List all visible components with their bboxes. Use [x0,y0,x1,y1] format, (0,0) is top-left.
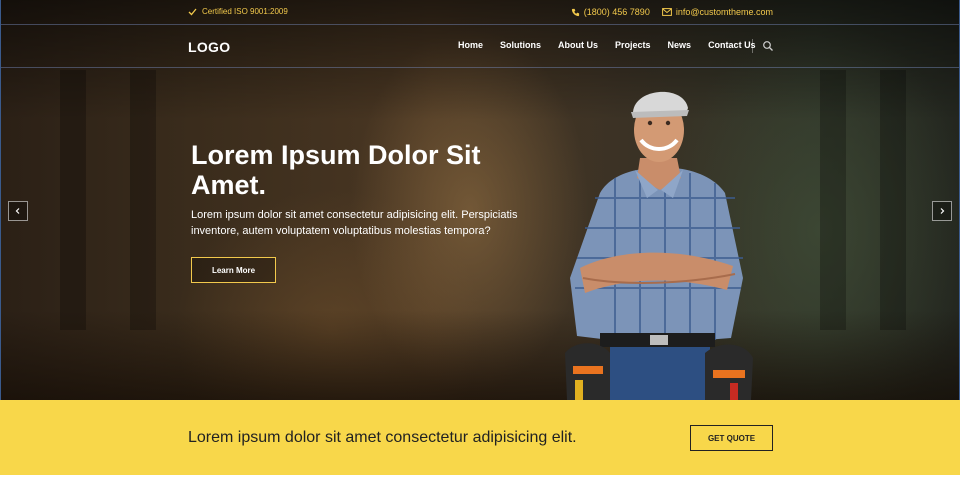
chevron-left-icon [15,208,20,214]
worker-photo [565,91,753,400]
nav-item-projects[interactable]: Projects [615,40,651,50]
contact-info: (1800) 456 7890 info@customtheme.com [571,7,773,17]
nav-item-home[interactable]: Home [458,40,483,50]
email-contact[interactable]: info@customtheme.com [661,7,773,17]
slider-next-button[interactable] [932,201,952,221]
slider-prev-button[interactable] [8,201,28,221]
hero-title: Lorem Ipsum Dolor Sit Amet. [191,140,481,200]
nav-item-news[interactable]: News [668,40,692,50]
phone-icon [571,8,579,16]
check-icon [188,8,197,15]
learn-more-button[interactable]: Learn More [191,257,276,283]
main-menu: Home Solutions About Us Projects News Co… [458,40,773,50]
hero-shade-bottom [0,310,960,400]
site-logo[interactable]: LOGO [188,39,230,55]
phone-number: (1800) 456 7890 [583,7,650,17]
nav-divider [752,39,753,53]
certification-text: Certified ISO 9001:2009 [202,7,288,16]
nav-item-solutions[interactable]: Solutions [500,40,541,50]
get-quote-button[interactable]: GET QUOTE [690,425,773,451]
envelope-icon [661,8,672,16]
nav-item-contact-us[interactable]: Contact Us [708,40,756,50]
email-address: info@customtheme.com [675,7,773,17]
cta-banner: Lorem ipsum dolor sit amet consectetur a… [0,400,960,475]
chevron-right-icon [940,208,945,214]
nav-item-about-us[interactable]: About Us [558,40,598,50]
hero-slider: Certified ISO 9001:2009 (1800) 456 7890 … [0,0,960,400]
hero-description: Lorem ipsum dolor sit amet consectetur a… [191,209,518,237]
cta-text: Lorem ipsum dolor sit amet consectetur a… [188,429,577,446]
top-bar: Certified ISO 9001:2009 (1800) 456 7890 … [0,0,960,25]
certification: Certified ISO 9001:2009 [188,7,288,16]
search-icon[interactable] [762,40,774,52]
phone-contact[interactable]: (1800) 456 7890 [571,7,650,17]
main-navbar: LOGO Home Solutions About Us Projects Ne… [0,25,960,68]
